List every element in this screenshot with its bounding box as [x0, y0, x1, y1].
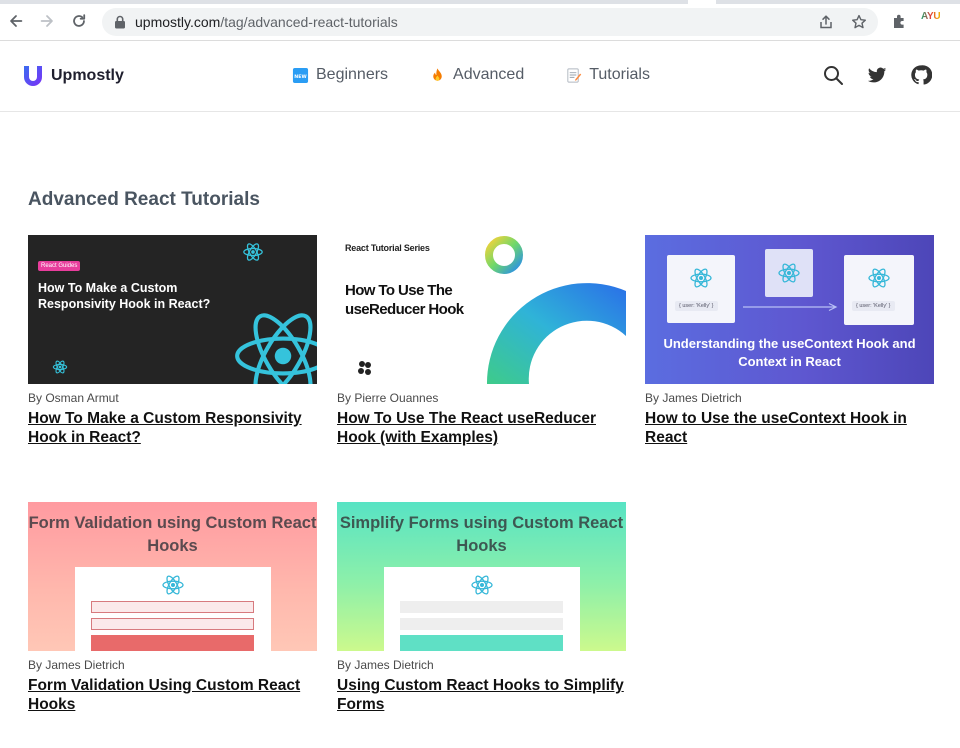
form-field	[91, 601, 254, 613]
forward-icon[interactable]	[37, 11, 57, 31]
react-logo-icon	[52, 360, 68, 374]
thumb-headline: Form Validation using Custom React Hooks	[28, 514, 317, 555]
react-logo-icon	[471, 575, 493, 595]
article-byline: By Osman Armut	[28, 391, 119, 405]
article-thumbnail[interactable]: Simplify Forms using Custom React Hooks	[337, 502, 626, 651]
article-byline: By James Dietrich	[28, 658, 125, 672]
article-card: Form Validation using Custom React Hooks…	[28, 502, 317, 714]
thumb-headline: Understanding the useContext Hook and Co…	[663, 336, 916, 369]
article-card: Simplify Forms using Custom React Hooks …	[337, 502, 626, 714]
ring-graphic	[485, 236, 626, 384]
back-icon[interactable]	[6, 11, 26, 31]
nav-label-advanced: Advanced	[453, 66, 525, 83]
thumb-tag: React Guides	[38, 261, 81, 271]
article-title-link[interactable]: How to Use the useContext Hook in React	[645, 409, 934, 447]
form-field	[400, 618, 563, 630]
brand-mark-icon	[358, 361, 371, 375]
brand-logo-link[interactable]: Upmostly	[22, 64, 124, 88]
share-icon[interactable]	[818, 14, 834, 30]
article-byline: By James Dietrich	[645, 391, 742, 405]
react-logo-icon	[690, 268, 712, 288]
article-title-link[interactable]: Using Custom React Hooks to Simplify For…	[337, 676, 626, 714]
bookmark-star-icon[interactable]	[851, 14, 867, 30]
header-actions	[800, 64, 932, 86]
nav-item-beginners[interactable]: NEW Beginners	[291, 66, 388, 84]
site-header: Upmostly NEW Beginners Advanced Tutorial…	[0, 41, 960, 112]
article-card: React Guides How To Make a Custom Respon…	[28, 235, 317, 447]
react-logo-icon	[243, 243, 263, 261]
thumb-headline: How To Make a Custom Responsivity Hook i…	[38, 281, 211, 311]
article-thumbnail[interactable]: { user: 'Kelly' } { user: 'Kelly' } Unde…	[645, 235, 934, 384]
twitter-icon[interactable]	[866, 64, 888, 86]
extension-ayu-label[interactable]: AYU	[921, 11, 941, 22]
puzzle-extensions-icon[interactable]	[891, 12, 909, 30]
url-text[interactable]: upmostly.com/tag/advanced-react-tutorial…	[135, 14, 398, 30]
thumb-series-label: React Tutorial Series	[345, 243, 430, 253]
form-submit-bar	[91, 635, 254, 651]
article-byline: By James Dietrich	[337, 658, 434, 672]
article-thumbnail[interactable]: React Tutorial Series How To Use The use…	[337, 235, 626, 384]
url-path: /tag/advanced-react-tutorials	[220, 14, 398, 30]
form-submit-bar	[400, 635, 563, 651]
nav-item-advanced[interactable]: Advanced	[428, 66, 524, 84]
provider-box	[765, 249, 813, 297]
new-badge-icon: NEW	[291, 66, 309, 84]
article-title-link[interactable]: Form Validation Using Custom React Hooks	[28, 676, 317, 714]
article-title-link[interactable]: How To Use The React useReducer Hook (wi…	[337, 409, 626, 447]
form-illustration	[384, 567, 580, 651]
article-byline: By Pierre Ouannes	[337, 391, 439, 405]
nav-label-tutorials: Tutorials	[589, 66, 650, 83]
upmostly-logo-icon	[24, 66, 42, 86]
arrow-right-icon	[743, 302, 838, 312]
browser-toolbar: upmostly.com/tag/advanced-react-tutorial…	[0, 0, 960, 41]
article-thumbnail[interactable]: React Guides How To Make a Custom Respon…	[28, 235, 317, 384]
nav-item-tutorials[interactable]: Tutorials	[564, 66, 650, 84]
url-domain: upmostly.com	[135, 14, 221, 30]
memo-icon	[564, 66, 582, 84]
lock-icon[interactable]	[114, 15, 126, 29]
thumb-headline: How To Use The useReducer Hook	[345, 282, 464, 318]
page-title: Advanced React Tutorials	[28, 189, 260, 210]
form-illustration	[75, 567, 271, 651]
context-value-pill: { user: 'Kelly' }	[675, 301, 718, 311]
address-bar[interactable]: upmostly.com/tag/advanced-react-tutorial…	[102, 8, 878, 36]
article-title-link[interactable]: How To Make a Custom Responsivity Hook i…	[28, 409, 317, 447]
form-field	[91, 618, 254, 630]
react-logo-icon	[778, 263, 800, 283]
extension-ayu-text: AYU	[921, 11, 941, 22]
react-logo-icon	[235, 313, 317, 384]
brand-name: Upmostly	[51, 67, 124, 84]
nav-label-beginners: Beginners	[316, 66, 389, 83]
github-icon[interactable]	[910, 64, 932, 86]
tab-strip	[0, 0, 960, 4]
react-logo-icon	[868, 268, 890, 288]
form-field	[400, 601, 563, 613]
main-nav: NEW Beginners Advanced Tutorials	[291, 66, 690, 84]
svg-text:NEW: NEW	[294, 73, 307, 79]
context-value-pill: { user: 'Kelly' }	[852, 301, 895, 311]
component-box: { user: 'Kelly' }	[667, 255, 735, 323]
article-card: React Tutorial Series How To Use The use…	[337, 235, 626, 447]
reload-icon[interactable]	[69, 11, 89, 31]
article-thumbnail[interactable]: Form Validation using Custom React Hooks	[28, 502, 317, 651]
search-icon[interactable]	[822, 64, 844, 86]
thumb-headline: Simplify Forms using Custom React Hooks	[339, 514, 624, 555]
article-card: { user: 'Kelly' } { user: 'Kelly' } Unde…	[645, 235, 934, 447]
component-box: { user: 'Kelly' }	[844, 255, 914, 325]
fire-icon	[428, 66, 446, 84]
react-logo-icon	[162, 575, 184, 595]
